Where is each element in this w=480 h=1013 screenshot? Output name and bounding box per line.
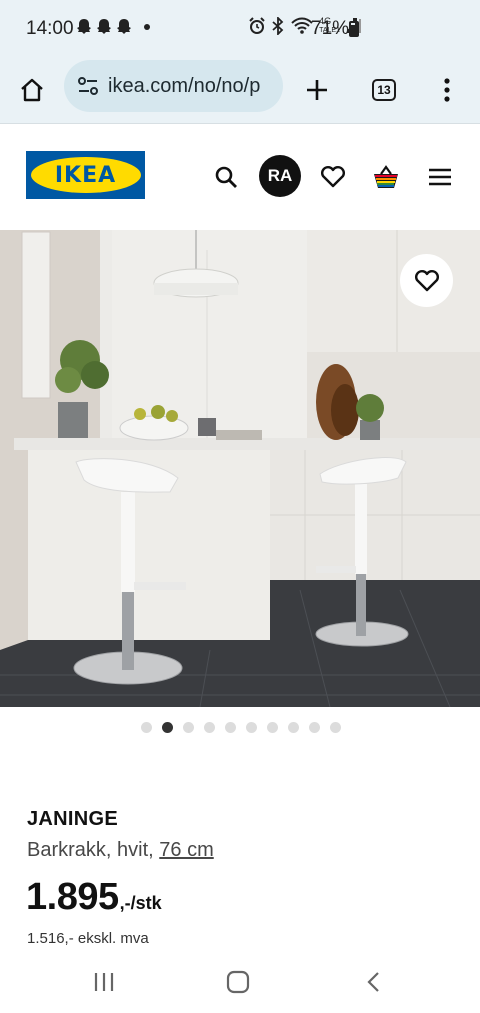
favourites-button[interactable] — [316, 160, 350, 194]
home-icon — [21, 78, 43, 102]
notification-icons — [76, 18, 150, 36]
product-type-colour: Barkrakk, hvit, — [27, 839, 160, 861]
recents-button[interactable] — [84, 966, 124, 998]
heart-icon — [320, 165, 346, 188]
carousel-dot[interactable] — [183, 722, 194, 733]
product-size-link[interactable]: 76 cm — [159, 839, 213, 861]
logo-text: IKEA — [54, 162, 117, 188]
price-integer: 1.895 — [26, 876, 119, 918]
carousel-dot[interactable] — [204, 722, 215, 733]
wifi-icon — [291, 17, 313, 34]
battery-percent: 71% — [311, 18, 350, 39]
bluetooth-icon — [272, 17, 284, 35]
home-circle-icon — [226, 970, 250, 994]
alarm-icon — [249, 17, 265, 34]
site-settings-icon[interactable] — [78, 77, 98, 95]
system-nav-bar — [0, 950, 480, 1013]
url-bar[interactable]: ikea.com/no/no/p — [64, 60, 283, 112]
snapchat-icon — [97, 19, 111, 34]
more-vert-icon — [444, 78, 450, 102]
ikea-logo[interactable]: IKEA — [26, 151, 145, 199]
price-excl-vat: 1.516,- ekskl. mva — [27, 930, 149, 947]
back-button[interactable] — [353, 966, 393, 998]
carousel-dot[interactable] — [309, 722, 320, 733]
home-button[interactable] — [12, 70, 52, 110]
browser-toolbar: ikea.com/no/no/p 13 — [0, 58, 480, 124]
status-time: 14:00 — [26, 18, 74, 39]
carousel-dot[interactable] — [162, 722, 173, 733]
site-header: IKEA RA — [0, 124, 480, 230]
carousel-dot[interactable] — [141, 722, 152, 733]
new-tab-button[interactable] — [297, 70, 337, 110]
battery-icon — [349, 18, 359, 37]
carousel-dot[interactable] — [330, 722, 341, 733]
carousel-dot[interactable] — [288, 722, 299, 733]
plus-icon — [307, 80, 327, 100]
product-description: Barkrakk, hvit, 76 cm — [27, 839, 214, 862]
status-bar: 14:00 4G TALE1 71% — [0, 0, 480, 58]
home-nav-button[interactable] — [218, 966, 258, 998]
heart-icon — [414, 269, 439, 291]
menu-button[interactable] — [423, 160, 457, 194]
logo-oval: IKEA — [30, 157, 141, 193]
tab-count: 13 — [372, 79, 396, 101]
price-suffix: ,-/stk — [119, 893, 162, 913]
carousel-dot[interactable] — [267, 722, 278, 733]
carousel-dot[interactable] — [225, 722, 236, 733]
hamburger-icon — [429, 168, 451, 186]
product-name: JANINGE — [27, 808, 119, 830]
recents-icon — [94, 973, 114, 991]
snapchat-icon — [77, 19, 91, 34]
carousel-dot[interactable] — [246, 722, 257, 733]
more-notifications-icon — [144, 24, 150, 30]
cart-button[interactable] — [369, 160, 403, 194]
back-icon — [367, 972, 379, 992]
product-price: 1.895 ,-/stk — [26, 876, 162, 919]
shopping-bag-icon — [374, 165, 398, 188]
search-button[interactable] — [209, 160, 243, 194]
search-icon — [215, 166, 237, 188]
product-image[interactable] — [0, 230, 480, 707]
carousel-indicator — [0, 722, 480, 733]
product-photo — [0, 230, 480, 707]
save-to-favourites-button[interactable] — [400, 254, 453, 307]
snapchat-icon — [117, 19, 131, 34]
tab-switcher-button[interactable]: 13 — [364, 70, 404, 110]
account-avatar[interactable]: RA — [259, 155, 301, 197]
url-text: ikea.com/no/no/p — [108, 74, 261, 97]
browser-menu-button[interactable] — [427, 70, 467, 110]
